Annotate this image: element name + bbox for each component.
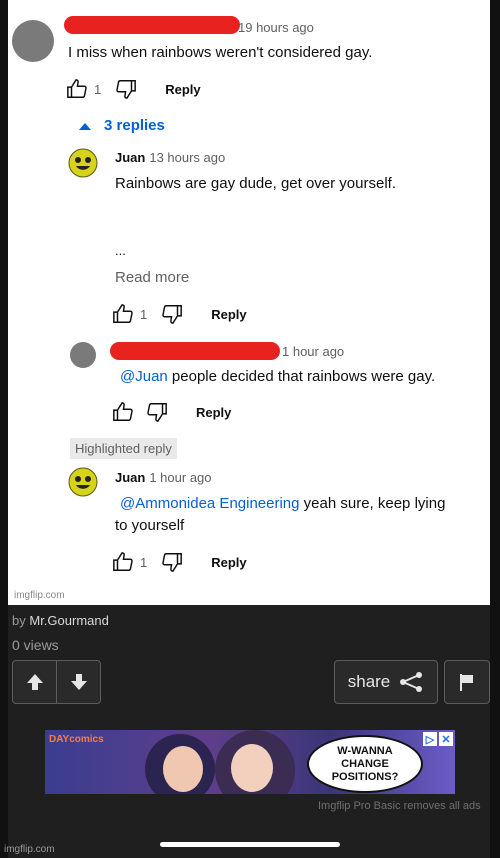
thumbs-up-icon[interactable] bbox=[112, 551, 134, 573]
mention-link[interactable]: @Ammonidea Engineering bbox=[120, 495, 300, 512]
thumbs-down-icon[interactable] bbox=[161, 551, 183, 573]
read-more-link[interactable]: Read more bbox=[115, 267, 189, 289]
smiley-avatar bbox=[68, 148, 98, 178]
comment-text: I miss when rainbows weren't considered … bbox=[68, 44, 373, 61]
thumbs-up-icon[interactable] bbox=[112, 303, 134, 325]
comment-ellipsis: ... bbox=[115, 243, 126, 258]
replies-toggle[interactable]: 3 replies bbox=[78, 117, 165, 134]
comment-actions: 1 Reply bbox=[112, 303, 247, 325]
ad-choices-icon[interactable]: ▷ bbox=[423, 732, 437, 746]
thumbs-up-icon[interactable] bbox=[66, 78, 88, 100]
ad-brand: DAYcomics bbox=[49, 734, 104, 745]
comment-author: Juan 13 hours ago bbox=[115, 150, 226, 165]
comment-actions: 1 Reply bbox=[112, 551, 247, 573]
comment-time: 13 hours ago bbox=[149, 150, 226, 165]
comment-text-line2: to yourself bbox=[115, 517, 185, 534]
reply-button[interactable]: Reply bbox=[211, 307, 246, 322]
thumbs-down-icon[interactable] bbox=[146, 401, 168, 423]
reply-button[interactable]: Reply bbox=[196, 405, 231, 420]
flag-icon bbox=[460, 674, 473, 691]
mention-link[interactable]: @Juan bbox=[120, 368, 168, 385]
caret-up-icon bbox=[79, 122, 91, 130]
like-count: 1 bbox=[140, 306, 148, 322]
meme-image: 19 hours ago I miss when rainbows weren'… bbox=[8, 0, 490, 605]
share-icon bbox=[400, 672, 423, 692]
comment-text: @Ammonidea Engineering yeah sure, keep l… bbox=[120, 495, 446, 512]
ad-controls: ▷ ✕ bbox=[423, 732, 453, 746]
avatar bbox=[12, 20, 54, 62]
highlighted-reply-badge: Highlighted reply bbox=[70, 438, 177, 459]
share-button[interactable]: share bbox=[334, 660, 438, 704]
right-edge bbox=[490, 0, 500, 858]
thumbs-down-icon[interactable] bbox=[115, 78, 137, 100]
imgflip-watermark: imgflip.com bbox=[14, 590, 65, 601]
close-icon[interactable]: ✕ bbox=[439, 732, 453, 746]
replies-count: 3 replies bbox=[104, 117, 165, 134]
view-count: 0 views bbox=[12, 637, 59, 653]
redacted-username bbox=[110, 342, 280, 360]
comment-time: 1 hour ago bbox=[149, 470, 212, 485]
like-count: 1 bbox=[140, 554, 148, 570]
comment-time: 1 hour ago bbox=[282, 344, 345, 359]
post-author-line: by Mr.Gourmand bbox=[12, 613, 109, 628]
share-label: share bbox=[347, 672, 391, 691]
imgflip-watermark-bottom: imgflip.com bbox=[4, 844, 55, 855]
advertisement-banner[interactable]: DAYcomics W-WANNA CHANGE POSITIONS? ▷ ✕ bbox=[45, 730, 455, 794]
like-count: 1 bbox=[94, 81, 102, 97]
downvote-button[interactable] bbox=[56, 660, 101, 704]
redacted-username bbox=[64, 16, 240, 34]
thumbs-down-icon[interactable] bbox=[161, 303, 183, 325]
ad-speech-bubble: W-WANNA CHANGE POSITIONS? bbox=[307, 735, 423, 793]
smiley-avatar bbox=[68, 467, 98, 497]
comment-text: Rainbows are gay dude, get over yourself… bbox=[115, 175, 396, 192]
upvote-button[interactable] bbox=[12, 660, 57, 704]
comment-time: 19 hours ago bbox=[238, 20, 314, 35]
arrow-down-icon bbox=[70, 674, 87, 690]
ad-illustration-face bbox=[163, 746, 203, 792]
arrow-up-icon bbox=[26, 674, 43, 690]
thumbs-up-icon[interactable] bbox=[112, 401, 134, 423]
reply-button[interactable]: Reply bbox=[211, 555, 246, 570]
home-indicator bbox=[160, 842, 340, 847]
pro-ad-note[interactable]: Imgflip Pro Basic removes all ads bbox=[318, 800, 481, 812]
ad-illustration-face bbox=[231, 744, 273, 792]
comment-author: Juan 1 hour ago bbox=[115, 470, 212, 485]
reply-button[interactable]: Reply bbox=[165, 82, 200, 97]
avatar bbox=[70, 342, 96, 368]
left-edge bbox=[0, 0, 8, 858]
comment-actions: 1 Reply bbox=[66, 78, 201, 100]
author-link[interactable]: Mr.Gourmand bbox=[29, 613, 108, 628]
comment-text: @Juan people decided that rainbows were … bbox=[120, 368, 436, 385]
flag-button[interactable] bbox=[444, 660, 490, 704]
comment-actions: Reply bbox=[112, 401, 231, 423]
